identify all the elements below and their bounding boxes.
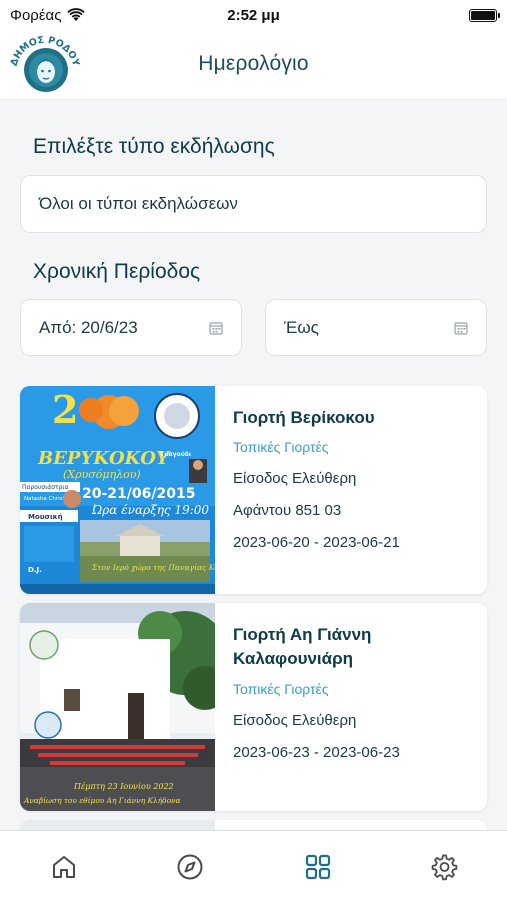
event-category: Τοπικές Γιορτές — [233, 681, 329, 697]
wifi-icon — [67, 8, 86, 21]
page-title: Ημερολόγιο — [0, 52, 507, 76]
calendar-icon — [209, 321, 223, 335]
poster-singer: Τραγούδι — [160, 451, 192, 458]
event-card[interactable]: Πέμπτη 23 Ιουνίου 2022 Αναβίωση του εθίμ… — [20, 603, 487, 811]
event-type-value: Όλοι οι τύποι εκδηλώσεων — [39, 194, 238, 213]
event-title: Γιορτή Αη Γιάννη Καλαφουνιάρη — [233, 625, 372, 668]
event-poster-image: 2 ΒΕΡΥΚΟΚΟΥ (Χρυσόμηλου) Τραγούδι Παρουσ… — [20, 386, 215, 594]
tab-bar — [0, 830, 507, 900]
battery-icon — [469, 8, 500, 22]
poster-date: Πέμπτη 23 Ιουνίου 2022 — [73, 782, 174, 791]
event-info: Γιορτή Αη Γιάννη Καλαφουνιάρη Τοπικές Γι… — [233, 603, 477, 761]
event-type-select[interactable]: Όλοι οι τύποι εκδηλώσεων — [20, 175, 487, 233]
poster-date: 20-21/06/2015 — [82, 486, 195, 502]
event-card[interactable] — [20, 820, 487, 830]
tab-settings[interactable] — [428, 851, 460, 883]
page-title-text: Ημερολόγιο — [198, 52, 309, 75]
event-poster-image — [20, 820, 215, 830]
event-card[interactable]: 2 ΒΕΡΥΚΟΚΟΥ (Χρυσόμηλου) Τραγούδι Παρουσ… — [20, 386, 487, 594]
poster-subtitle: (Χρυσόμηλου) — [63, 468, 141, 481]
carrier-label: Φορέας — [10, 6, 62, 24]
grid-icon — [305, 854, 331, 880]
poster-title: ΒΕΡΥΚΟΚΟΥ — [37, 448, 171, 469]
tab-explore[interactable] — [174, 851, 206, 883]
event-title: Γιορτή Βερίκοκου — [233, 408, 375, 427]
poster-dj: D.J. — [28, 566, 42, 574]
event-category: Τοπικές Γιορτές — [233, 439, 329, 455]
event-info: Γιορτή Βερίκοκου Τοπικές Γιορτές Είσοδος… — [233, 386, 477, 551]
status-time: 2:52 μμ — [227, 6, 280, 24]
event-poster-image: Πέμπτη 23 Ιουνίου 2022 Αναβίωση του εθίμ… — [20, 603, 215, 811]
poster-music-label: Μουσική — [28, 513, 63, 521]
status-left: Φορέας — [10, 6, 86, 24]
from-date-value: Από: 20/6/23 — [39, 317, 138, 337]
poster-place: Στον Ιερό χώρο της Παναγίας Καθολικής — [91, 563, 215, 572]
event-entry: Είσοδος Ελεύθερη — [233, 470, 357, 487]
from-date-field[interactable]: Από: 20/6/23 — [20, 299, 242, 356]
calendar-content: Επιλέξτε τύπο εκδήλωσης Όλοι οι τύποι εκ… — [0, 100, 507, 830]
app-header: ΔΗΜΟΣ ΡΟΔΟΥ Ημερολόγιο — [0, 30, 507, 100]
poster-time: Ώρα έναρξης 19:00 — [92, 503, 209, 517]
home-icon — [53, 856, 75, 878]
tab-home[interactable] — [48, 851, 80, 883]
event-dates: 2023-06-23 - 2023-06-23 — [233, 744, 400, 761]
period-label: Χρονική Περίοδος — [33, 260, 201, 283]
compass-icon — [177, 854, 203, 880]
poster-number: 2 — [52, 387, 78, 432]
poster-caption: Αναβίωση του εθίμου Αη Γιάννη Κλήδονα — [23, 796, 181, 805]
settings-icon — [431, 854, 458, 881]
event-location: Αφάντου 851 03 — [233, 502, 342, 519]
to-date-placeholder: Έως — [284, 317, 319, 337]
tab-calendar[interactable] — [302, 851, 334, 883]
poster-presenter-label: Παρουσιάστρια — [22, 484, 68, 491]
calendar-icon — [454, 321, 468, 335]
status-bar: Φορέας 2:52 μμ — [0, 0, 507, 30]
event-dates: 2023-06-20 - 2023-06-21 — [233, 534, 400, 551]
event-type-label: Επιλέξτε τύπο εκδήλωσης — [33, 135, 275, 158]
event-entry: Είσοδος Ελεύθερη — [233, 712, 357, 729]
to-date-field[interactable]: Έως — [265, 299, 487, 356]
